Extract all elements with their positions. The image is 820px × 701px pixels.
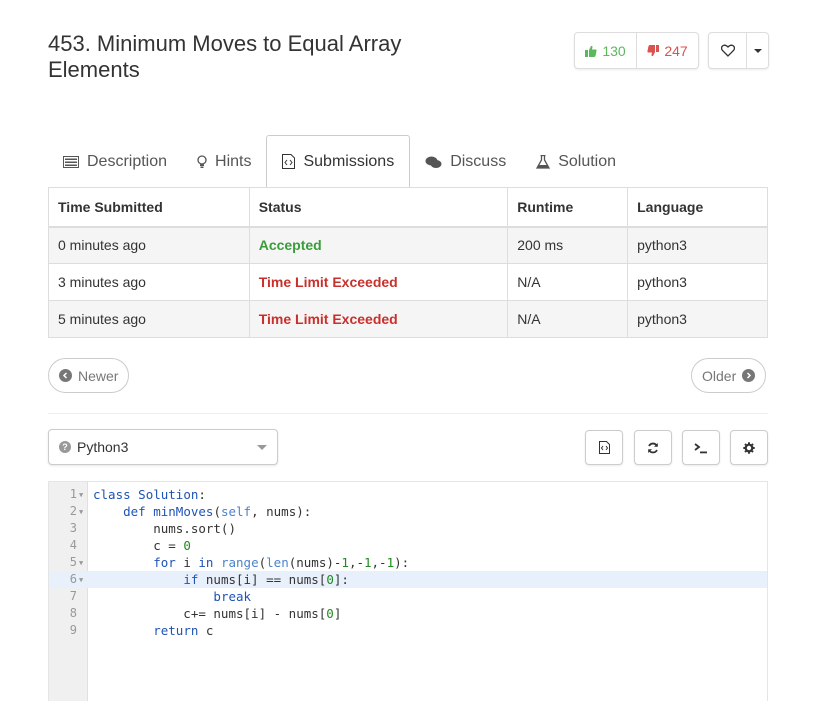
table-row: 3 minutes ago Time Limit Exceeded N/A py… (48, 263, 768, 301)
thumbs-down-icon (647, 44, 660, 56)
cell-status[interactable]: Time Limit Exceeded (248, 263, 509, 301)
fold-arrow-icon[interactable]: ▼ (79, 572, 83, 589)
line-number: 2 (69, 504, 77, 518)
code-line: 9 return c (49, 622, 767, 639)
cell-time: 3 minutes ago (48, 263, 250, 301)
caret-down-icon (257, 445, 267, 450)
thumbs-up-icon (585, 45, 597, 57)
header-runtime: Runtime (507, 187, 629, 228)
gear-icon (743, 441, 755, 454)
newer-button[interactable]: Newer (48, 358, 130, 393)
upvote-count: 130 (602, 42, 626, 59)
caret-down-icon (753, 48, 762, 53)
line-number: 8 (69, 606, 77, 620)
newer-label: Newer (78, 367, 119, 384)
refresh-icon (648, 442, 658, 453)
problem-title: 453. Minimum Moves to Equal Array Elemen… (48, 31, 402, 82)
tab-discuss[interactable]: Discuss (410, 136, 521, 188)
tab-label: Submissions (303, 152, 395, 170)
code-file-icon (282, 154, 296, 169)
code-line: 2 ▼ def minMoves(self, nums): (49, 503, 767, 520)
fold-arrow-icon[interactable]: ▼ (79, 504, 83, 521)
cell-status[interactable]: Time Limit Exceeded (248, 300, 509, 338)
tab-hints[interactable]: Hints (182, 136, 266, 188)
code-line: 7 break (49, 588, 767, 605)
cell-status[interactable]: Accepted (248, 226, 509, 264)
problem-tabs: Description Hints Submissions Discuss So… (48, 135, 768, 188)
line-number: 9 (69, 623, 77, 637)
cell-runtime: N/A (507, 300, 629, 338)
table-row: 0 minutes ago Accepted 200 ms python3 (48, 226, 768, 264)
line-number: 1 (69, 487, 77, 501)
code-line: 5 ▼ for i in range(len(nums)-1,-1,-1): (49, 554, 767, 571)
table-row: 5 minutes ago Time Limit Exceeded N/A py… (48, 300, 768, 338)
code-line-active: 6 ▼ if nums[i] == nums[0]: (49, 571, 767, 588)
lightbulb-icon (197, 155, 207, 168)
code-line: 3 nums.sort() (49, 520, 767, 537)
older-button[interactable]: Older (691, 358, 767, 393)
code-file-icon (598, 441, 610, 454)
comments-icon (425, 156, 442, 168)
chevron-right-icon (742, 369, 756, 382)
question-icon: ? (59, 441, 71, 453)
header-time-submitted: Time Submitted (48, 187, 250, 228)
upvote-button[interactable]: 130 (575, 33, 637, 68)
settings-button[interactable] (730, 430, 768, 465)
fold-arrow-icon[interactable]: ▼ (79, 487, 83, 504)
reset-button[interactable] (634, 430, 672, 465)
language-select[interactable]: ? Python3 (48, 429, 278, 465)
line-number: 4 (69, 538, 77, 552)
favorite-group (708, 32, 769, 69)
tab-label: Discuss (450, 153, 507, 170)
heart-icon (720, 44, 735, 57)
code-line: 4 c = 0 (49, 537, 767, 554)
vote-group: 130 247 (574, 32, 699, 69)
list-icon (63, 156, 79, 168)
section-divider (48, 413, 768, 414)
selected-language: Python3 (77, 439, 129, 455)
code-line: 8 c+= nums[i] - nums[0] (49, 605, 767, 622)
table-header-row: Time Submitted Status Runtime Language (48, 187, 768, 228)
header-status: Status (248, 187, 509, 228)
tab-submissions[interactable]: Submissions (266, 135, 411, 188)
line-number: 7 (69, 589, 77, 603)
cell-time: 0 minutes ago (48, 226, 250, 264)
header-language: Language (627, 187, 768, 228)
cell-language: python3 (627, 300, 768, 338)
cell-runtime: 200 ms (507, 226, 629, 264)
line-number: 5 (69, 555, 77, 569)
code-editor[interactable]: 1 ▼ class Solution: 2 ▼ def minMoves(sel… (48, 481, 768, 701)
code-line: 1 ▼ class Solution: (49, 486, 767, 503)
chevron-left-icon (59, 369, 72, 382)
code-file-button[interactable] (585, 430, 623, 465)
fold-arrow-icon[interactable]: ▼ (79, 555, 83, 572)
cell-language: python3 (627, 226, 768, 264)
downvote-button[interactable]: 247 (637, 33, 698, 68)
tab-label: Hints (215, 153, 252, 170)
favorite-dropdown-button[interactable] (747, 33, 768, 68)
tab-label: Solution (558, 153, 617, 170)
line-number: 6 (69, 572, 77, 586)
tab-label: Description (87, 153, 168, 170)
tab-solution[interactable]: Solution (521, 136, 631, 188)
line-number: 3 (69, 521, 77, 535)
cell-time: 5 minutes ago (48, 300, 250, 338)
submissions-table: Time Submitted Status Runtime Language 0… (48, 187, 768, 338)
favorite-button[interactable] (709, 33, 747, 68)
cell-runtime: N/A (507, 263, 629, 301)
flask-icon (536, 155, 551, 169)
console-button[interactable] (682, 430, 720, 465)
older-label: Older (702, 367, 737, 384)
downvote-count: 247 (664, 42, 688, 59)
tab-description[interactable]: Description (48, 136, 182, 188)
cell-language: python3 (627, 263, 768, 301)
terminal-icon (694, 442, 707, 453)
